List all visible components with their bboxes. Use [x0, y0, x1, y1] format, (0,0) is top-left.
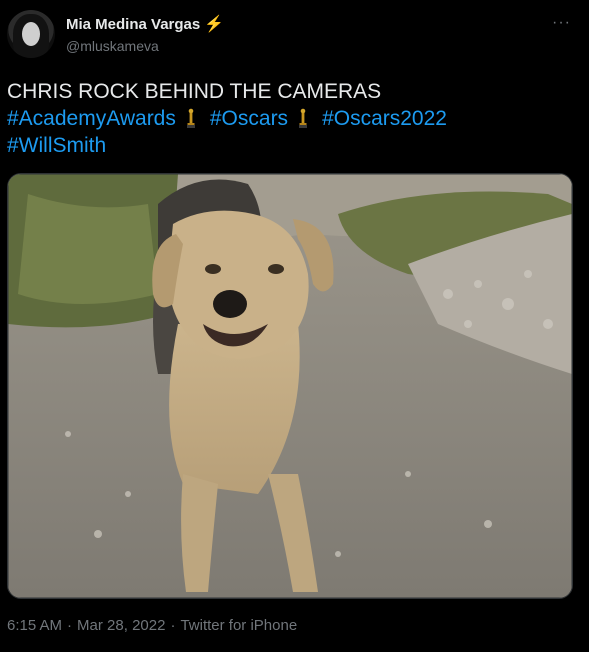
tweet-date[interactable]: Mar 28, 2022 [77, 617, 165, 634]
more-options-icon[interactable]: ··· [552, 14, 571, 32]
author-display-name[interactable]: Mia Medina Vargas [66, 16, 200, 33]
tweet-time[interactable]: 6:15 AM [7, 617, 62, 634]
hashtag-line-2: #WillSmith [7, 132, 577, 159]
meta-separator: · [170, 617, 176, 634]
author-handle[interactable]: @mluskameva [66, 38, 159, 54]
tweet-meta: 6:15 AM · Mar 28, 2022 · Twitter for iPhone [7, 617, 297, 634]
hashtag-line-1: #AcademyAwards #Oscars #Oscars2022 [7, 105, 577, 132]
tweet-headline: CHRIS ROCK BEHIND THE CAMERAS [7, 80, 382, 103]
lightning-bolt-icon: ⚡ [204, 15, 225, 33]
avatar-face [22, 22, 40, 46]
oscar-trophy-icon [186, 108, 195, 128]
tweet-source[interactable]: Twitter for iPhone [180, 617, 297, 634]
hashtag-will-smith[interactable]: #WillSmith [7, 134, 106, 157]
oscar-trophy-icon [299, 108, 308, 128]
meta-separator: · [67, 617, 73, 634]
hashtag-oscars[interactable]: #Oscars [210, 107, 288, 130]
hashtag-oscars-2022[interactable]: #Oscars2022 [322, 107, 447, 130]
tweet-photo[interactable] [7, 173, 573, 599]
dog-photo [8, 174, 572, 598]
author-name-row: Mia Medina Vargas ⚡ [66, 16, 224, 33]
tweet-text: CHRIS ROCK BEHIND THE CAMERAS #AcademyAw… [7, 78, 577, 159]
hashtag-academy-awards[interactable]: #AcademyAwards [7, 107, 176, 130]
avatar[interactable] [7, 10, 55, 58]
